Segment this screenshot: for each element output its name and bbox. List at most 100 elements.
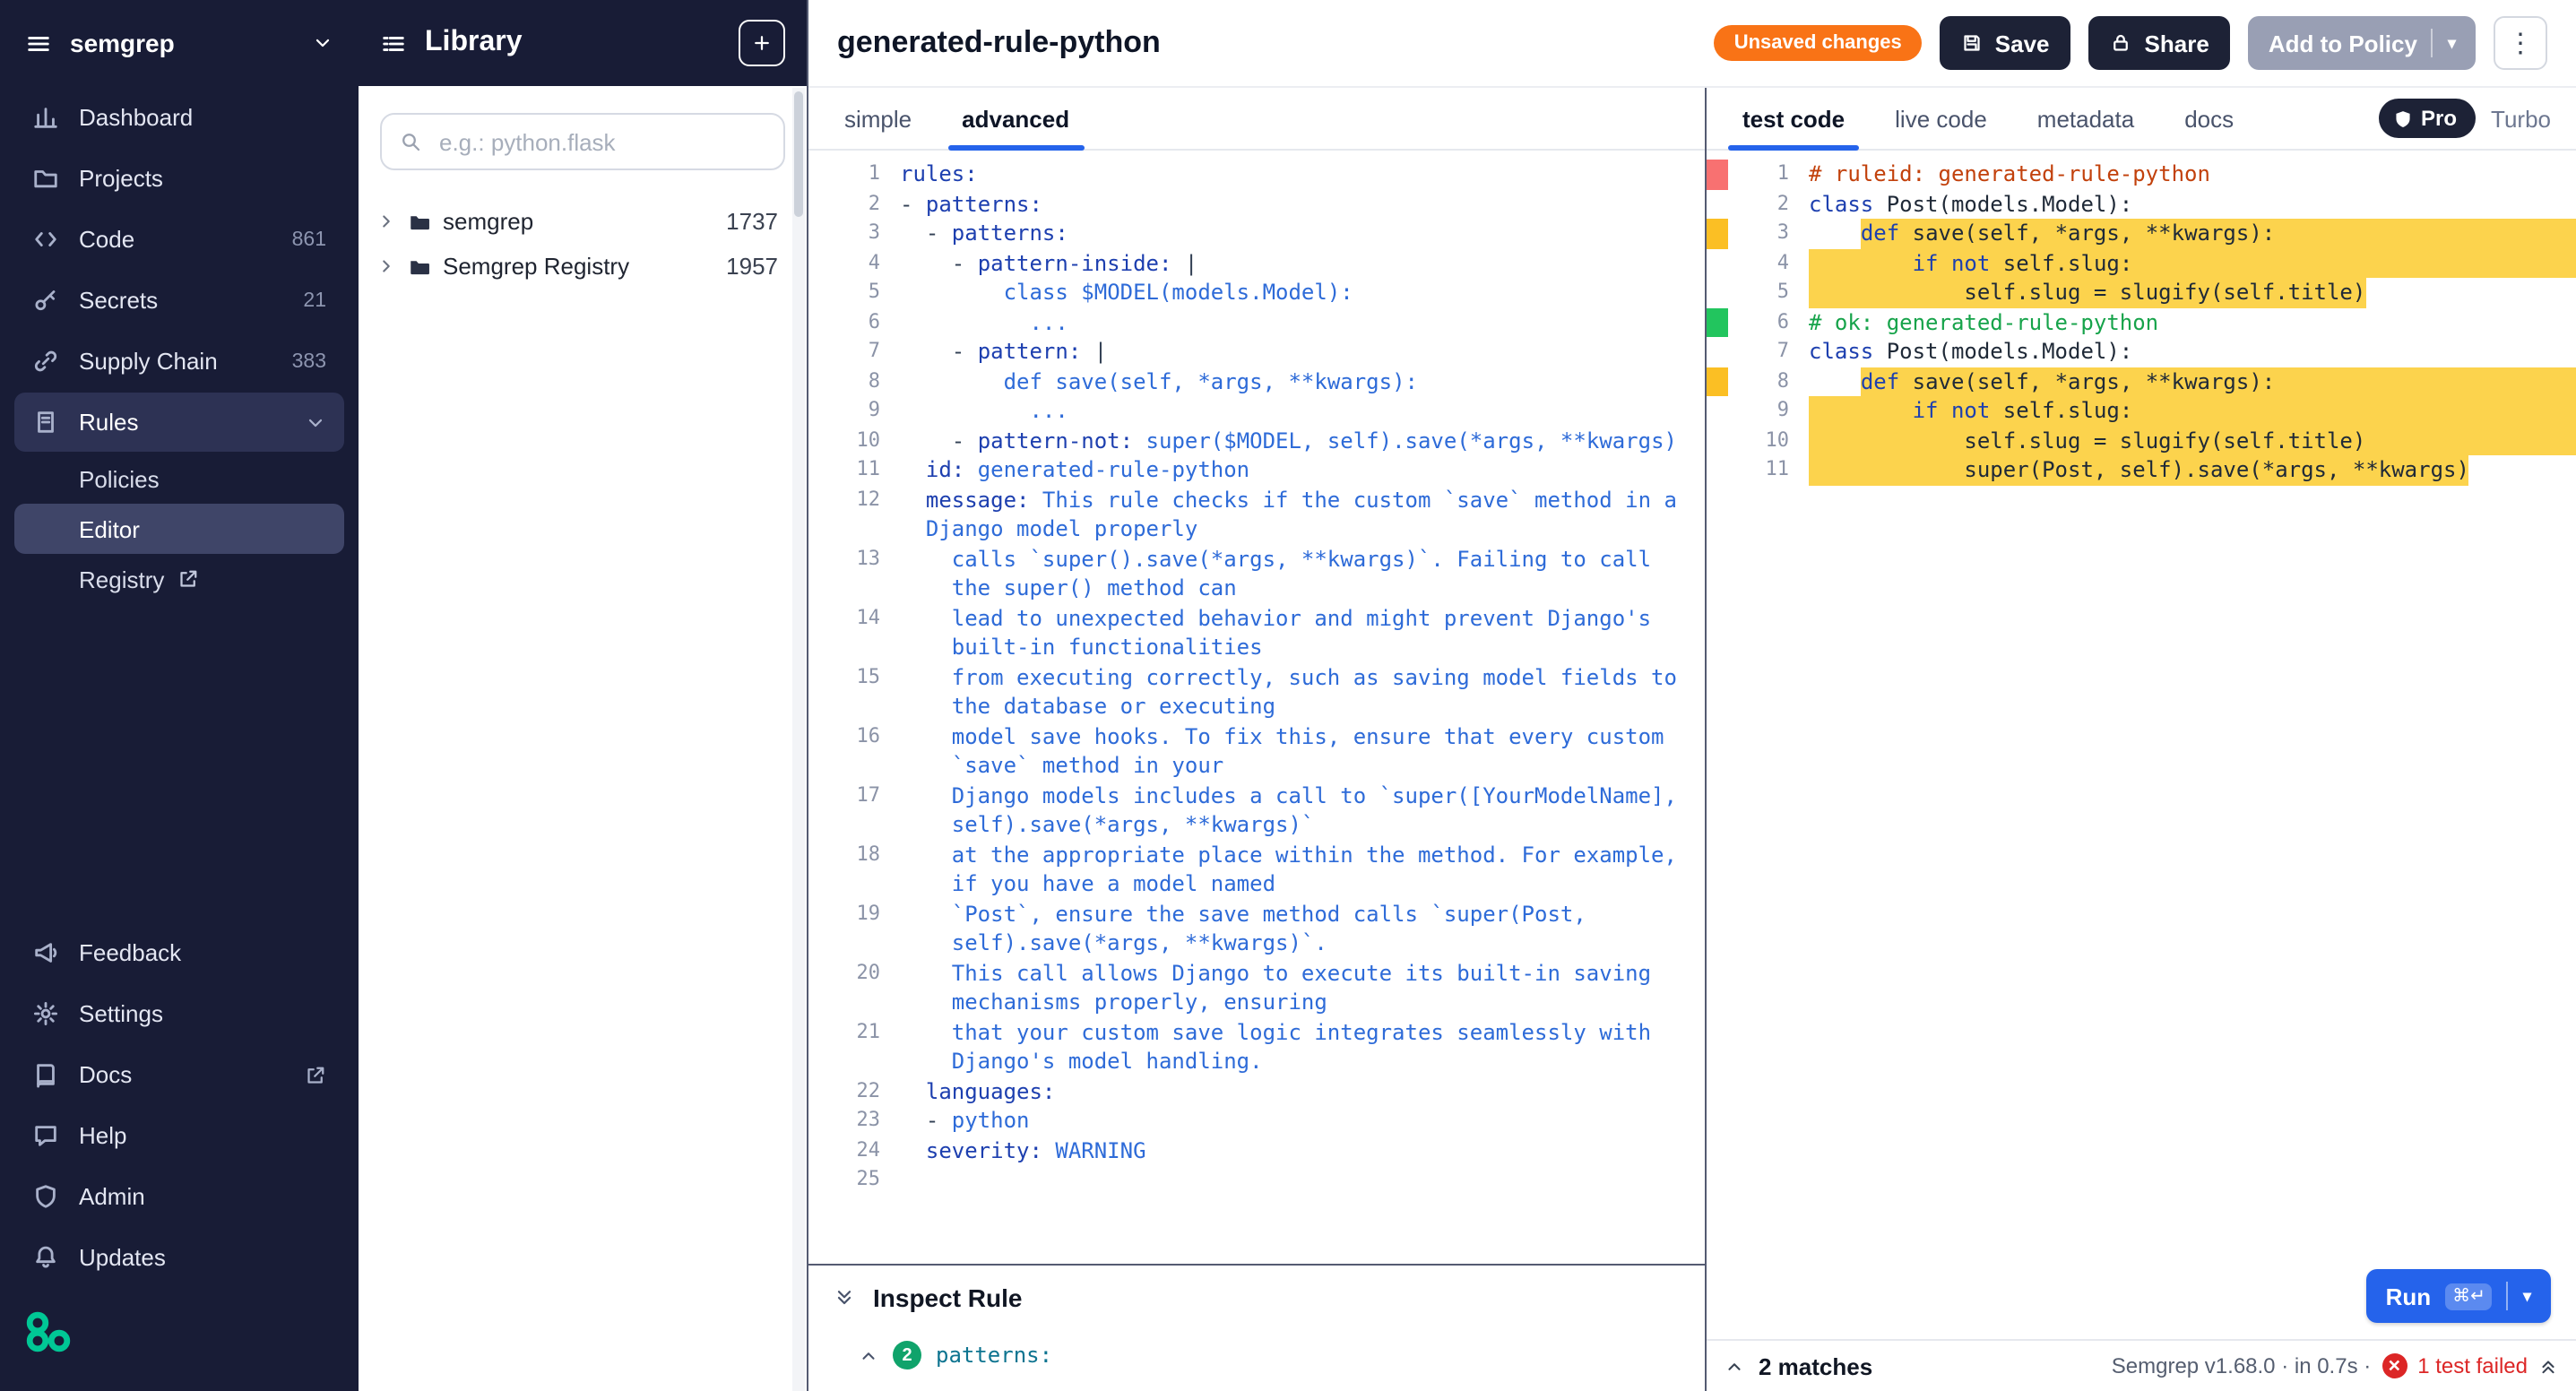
code-line: 9... xyxy=(808,396,1705,426)
rule-editor[interactable]: 1rules:2- patterns:3- patterns:4- patter… xyxy=(808,151,1705,1264)
button-divider xyxy=(2507,1282,2509,1310)
chevron-down-icon xyxy=(305,411,326,433)
code-line-text: ... xyxy=(900,307,1705,337)
line-number: 24 xyxy=(808,1136,900,1165)
sidebar-item-feedback[interactable]: Feedback xyxy=(14,923,344,982)
double-chevron-up-icon[interactable] xyxy=(2538,1356,2558,1376)
turbo-toggle[interactable]: Turbo xyxy=(2491,105,2551,132)
chevron-up-icon[interactable] xyxy=(1725,1356,1744,1376)
test-code-line: 2class Post(models.Model): xyxy=(1707,189,2576,219)
chevron-right-icon xyxy=(376,212,396,231)
green-gutter-marker xyxy=(1707,307,1728,337)
code-line: 14lead to unexpected behavior and might … xyxy=(808,603,1705,662)
library-folder[interactable]: Semgrep Registry 1957 xyxy=(359,244,807,289)
folder-name: Semgrep Registry xyxy=(443,253,629,280)
new-rule-button[interactable] xyxy=(739,20,785,66)
rule-header: generated-rule-python Unsaved changes Sa… xyxy=(808,0,2576,88)
code-line: 24severity: WARNING xyxy=(808,1136,1705,1165)
test-code-editor[interactable]: 1# ruleid: generated-rule-python2class P… xyxy=(1707,151,2576,1339)
sidebar-item-label: Dashboard xyxy=(79,104,326,131)
tab-docs[interactable]: docs xyxy=(2159,88,2259,149)
sidebar: semgrep Dashboard ProjectsCode861Secrets2… xyxy=(0,0,359,1391)
match-highlight: def save(self, *args, **kwargs): xyxy=(1861,367,2275,396)
save-button[interactable]: Save xyxy=(1940,16,2071,70)
sidebar-item-updates[interactable]: Updates xyxy=(14,1228,344,1287)
library-title: Library xyxy=(425,27,721,59)
count-badge: 21 xyxy=(303,289,326,311)
sidebar-item-dashboard[interactable]: Dashboard xyxy=(14,88,344,147)
test-code-line: 10 self.slug = slugify(self.title) xyxy=(1707,426,2576,455)
folder-count: 1957 xyxy=(726,253,778,280)
line-number: 8 xyxy=(1728,367,1809,396)
code-line-text: ... xyxy=(900,396,1705,426)
code-line: 18at the appropriate place within the me… xyxy=(808,840,1705,899)
tab-advanced[interactable]: advanced xyxy=(937,88,1094,149)
library-scrollbar[interactable] xyxy=(792,88,805,1391)
run-options-caret[interactable]: ▾ xyxy=(2523,1288,2531,1304)
sidebar-item-help[interactable]: Help xyxy=(14,1106,344,1165)
code-line-text: This call allows Django to execute its b… xyxy=(900,958,1705,1017)
sidebar-item-rules[interactable]: Rules xyxy=(14,393,344,452)
tab-simple[interactable]: simple xyxy=(819,88,937,149)
external-link-icon xyxy=(305,1064,326,1085)
tab-test-code[interactable]: test code xyxy=(1717,88,1870,149)
more-options-button[interactable]: ⋮ xyxy=(2494,16,2547,70)
line-number: 14 xyxy=(808,603,900,662)
plus-icon xyxy=(751,32,773,54)
sidebar-item-supply-chain[interactable]: Supply Chain383 xyxy=(14,332,344,391)
run-button[interactable]: Run ⌘↵ ▾ xyxy=(2366,1269,2551,1323)
code-line: 21that your custom save logic integrates… xyxy=(808,1017,1705,1076)
chevron-down-icon: ▾ xyxy=(2448,35,2456,51)
sidebar-item-code[interactable]: Code861 xyxy=(14,210,344,269)
sidebar-item-label: Code xyxy=(79,226,272,253)
code-line: 5class $MODEL(models.Model): xyxy=(808,278,1705,307)
test-code-line: 3 def save(self, *args, **kwargs): xyxy=(1707,219,2576,248)
sidebar-item-label: Rules xyxy=(79,409,285,436)
add-to-policy-button[interactable]: Add to Policy ▾ xyxy=(2249,16,2476,70)
sidebar-item-registry[interactable]: Registry xyxy=(14,554,344,604)
search-input[interactable] xyxy=(436,126,765,157)
line-number: 9 xyxy=(808,396,900,426)
sidebar-footer-nav: FeedbackSettingsDocsHelpAdminUpdates xyxy=(0,921,359,1289)
inspect-rule-row[interactable]: 2 patterns: xyxy=(808,1330,1705,1380)
library-icon xyxy=(380,30,407,56)
code-line: 16model save hooks. To fix this, ensure … xyxy=(808,721,1705,781)
code-line-text: `Post`, ensure the save method calls `su… xyxy=(900,899,1705,958)
shield-icon xyxy=(32,1183,59,1210)
sidebar-subitem-label: Registry xyxy=(79,566,164,592)
amber-gutter-marker xyxy=(1707,219,1728,248)
inspect-rule-header[interactable]: Inspect Rule xyxy=(808,1266,1705,1330)
sidebar-item-projects[interactable]: Projects xyxy=(14,149,344,208)
gutter-spacer xyxy=(1707,455,1728,485)
code-line-text: calls `super().save(*args, **kwargs)`. F… xyxy=(900,544,1705,603)
sidebar-subitem-label: Policies xyxy=(79,465,160,492)
code-line-text xyxy=(900,1165,1705,1195)
chevron-up-icon[interactable] xyxy=(859,1345,878,1365)
sidebar-item-editor[interactable]: Editor xyxy=(14,504,344,554)
folder-count: 1737 xyxy=(726,208,778,235)
test-code-line: 8 def save(self, *args, **kwargs): xyxy=(1707,367,2576,396)
org-switcher[interactable]: semgrep xyxy=(0,0,359,86)
sidebar-item-admin[interactable]: Admin xyxy=(14,1167,344,1226)
tab-metadata[interactable]: metadata xyxy=(2012,88,2159,149)
sidebar-item-secrets[interactable]: Secrets21 xyxy=(14,271,344,330)
sidebar-item-settings[interactable]: Settings xyxy=(14,984,344,1043)
code-line-text: - patterns: xyxy=(900,219,1705,248)
error-icon: ✕ xyxy=(2382,1353,2407,1378)
sidebar-item-label: Supply Chain xyxy=(79,348,272,375)
line-number: 1 xyxy=(1728,160,1809,189)
double-chevron-down-icon[interactable] xyxy=(834,1287,855,1309)
folder-icon xyxy=(32,165,59,192)
hamburger-icon[interactable] xyxy=(25,30,52,56)
lock-icon xyxy=(2111,32,2132,54)
tab-live-code[interactable]: live code xyxy=(1870,88,2012,149)
search-icon xyxy=(400,131,421,152)
share-button[interactable]: Share xyxy=(2089,16,2231,70)
library-folder[interactable]: semgrep1737 xyxy=(359,199,807,244)
sidebar-item-docs[interactable]: Docs xyxy=(14,1045,344,1104)
code-line-text: - pattern-not: super($MODEL, self).save(… xyxy=(900,426,1705,455)
code-line: 3- patterns: xyxy=(808,219,1705,248)
amber-gutter-marker xyxy=(1707,367,1728,396)
line-number: 20 xyxy=(808,958,900,1017)
sidebar-item-policies[interactable]: Policies xyxy=(14,454,344,504)
